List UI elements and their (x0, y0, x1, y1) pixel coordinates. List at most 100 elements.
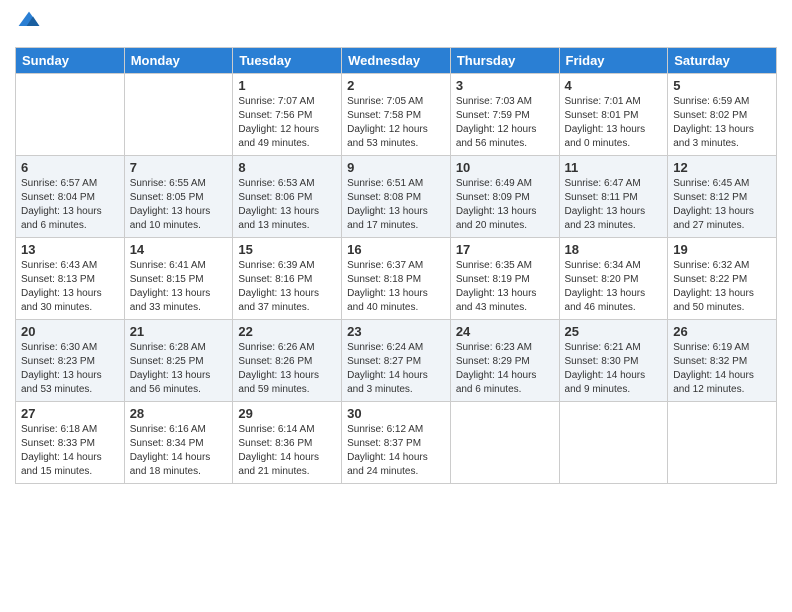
calendar-cell: 27 Sunrise: 6:18 AM Sunset: 8:33 PM Dayli… (16, 402, 125, 484)
day-info: Sunrise: 6:24 AM Sunset: 8:27 PM Dayligh… (347, 341, 445, 397)
day-info: Sunrise: 6:51 AM Sunset: 8:08 PM Dayligh… (347, 177, 445, 233)
day-number: 8 (238, 160, 336, 175)
day-number: 10 (456, 160, 554, 175)
logo (15, 10, 45, 39)
day-number: 19 (673, 242, 771, 257)
calendar-cell: 4 Sunrise: 7:01 AM Sunset: 8:01 PM Daylig… (559, 74, 668, 156)
day-info: Sunrise: 6:21 AM Sunset: 8:30 PM Dayligh… (565, 341, 663, 397)
calendar-cell: 8 Sunrise: 6:53 AM Sunset: 8:06 PM Daylig… (233, 156, 342, 238)
day-info: Sunrise: 6:23 AM Sunset: 8:29 PM Dayligh… (456, 341, 554, 397)
calendar-cell: 17 Sunrise: 6:35 AM Sunset: 8:19 PM Dayli… (450, 238, 559, 320)
day-info: Sunrise: 6:53 AM Sunset: 8:06 PM Dayligh… (238, 177, 336, 233)
calendar-cell: 2 Sunrise: 7:05 AM Sunset: 7:58 PM Daylig… (342, 74, 451, 156)
day-number: 1 (238, 78, 336, 93)
day-number: 15 (238, 242, 336, 257)
weekday-header: Thursday (450, 48, 559, 74)
calendar-cell (668, 402, 777, 484)
day-number: 26 (673, 324, 771, 339)
calendar-week-row: 20Sunrise: 6:30 AM Sunset: 8:23 PM Dayli… (16, 320, 777, 402)
weekday-header: Tuesday (233, 48, 342, 74)
day-info: Sunrise: 6:28 AM Sunset: 8:25 PM Dayligh… (130, 341, 228, 397)
calendar: SundayMondayTuesdayWednesdayThursdayFrid… (15, 47, 777, 484)
calendar-week-row: 1 Sunrise: 7:07 AM Sunset: 7:56 PM Daylig… (16, 74, 777, 156)
day-info: Sunrise: 6:16 AM Sunset: 8:34 PM Dayligh… (130, 423, 228, 479)
day-info: Sunrise: 6:41 AM Sunset: 8:15 PM Dayligh… (130, 259, 228, 315)
calendar-cell: 5 Sunrise: 6:59 AM Sunset: 8:02 PM Daylig… (668, 74, 777, 156)
day-number: 3 (456, 78, 554, 93)
calendar-cell: 20Sunrise: 6:30 AM Sunset: 8:23 PM Dayli… (16, 320, 125, 402)
day-number: 29 (238, 406, 336, 421)
day-number: 7 (130, 160, 228, 175)
day-info: Sunrise: 6:32 AM Sunset: 8:22 PM Dayligh… (673, 259, 771, 315)
day-number: 16 (347, 242, 445, 257)
day-number: 25 (565, 324, 663, 339)
day-number: 22 (238, 324, 336, 339)
day-info: Sunrise: 6:19 AM Sunset: 8:32 PM Dayligh… (673, 341, 771, 397)
calendar-cell: 30 Sunrise: 6:12 AM Sunset: 8:37 PM Dayli… (342, 402, 451, 484)
day-info: Sunrise: 6:45 AM Sunset: 8:12 PM Dayligh… (673, 177, 771, 233)
day-number: 12 (673, 160, 771, 175)
day-info: Sunrise: 7:01 AM Sunset: 8:01 PM Dayligh… (565, 95, 663, 151)
day-info: Sunrise: 6:18 AM Sunset: 8:33 PM Dayligh… (21, 423, 119, 479)
day-number: 20 (21, 324, 119, 339)
calendar-cell (450, 402, 559, 484)
day-number: 24 (456, 324, 554, 339)
day-info: Sunrise: 6:26 AM Sunset: 8:26 PM Dayligh… (238, 341, 336, 397)
day-number: 23 (347, 324, 445, 339)
calendar-cell (559, 402, 668, 484)
day-info: Sunrise: 6:59 AM Sunset: 8:02 PM Dayligh… (673, 95, 771, 151)
calendar-cell: 18Sunrise: 6:34 AM Sunset: 8:20 PM Dayli… (559, 238, 668, 320)
weekday-header: Friday (559, 48, 668, 74)
day-info: Sunrise: 6:39 AM Sunset: 8:16 PM Dayligh… (238, 259, 336, 315)
calendar-cell: 29 Sunrise: 6:14 AM Sunset: 8:36 PM Dayli… (233, 402, 342, 484)
calendar-cell: 23 Sunrise: 6:24 AM Sunset: 8:27 PM Dayli… (342, 320, 451, 402)
calendar-cell: 13Sunrise: 6:43 AM Sunset: 8:13 PM Dayli… (16, 238, 125, 320)
day-info: Sunrise: 6:57 AM Sunset: 8:04 PM Dayligh… (21, 177, 119, 233)
calendar-cell: 24 Sunrise: 6:23 AM Sunset: 8:29 PM Dayli… (450, 320, 559, 402)
day-info: Sunrise: 7:07 AM Sunset: 7:56 PM Dayligh… (238, 95, 336, 151)
day-info: Sunrise: 6:43 AM Sunset: 8:13 PM Dayligh… (21, 259, 119, 315)
logo-icon (17, 10, 41, 34)
calendar-cell: 12 Sunrise: 6:45 AM Sunset: 8:12 PM Dayli… (668, 156, 777, 238)
calendar-cell: 6Sunrise: 6:57 AM Sunset: 8:04 PM Daylig… (16, 156, 125, 238)
calendar-cell: 10Sunrise: 6:49 AM Sunset: 8:09 PM Dayli… (450, 156, 559, 238)
calendar-cell: 11 Sunrise: 6:47 AM Sunset: 8:11 PM Dayli… (559, 156, 668, 238)
page: SundayMondayTuesdayWednesdayThursdayFrid… (0, 0, 792, 612)
day-info: Sunrise: 6:12 AM Sunset: 8:37 PM Dayligh… (347, 423, 445, 479)
day-number: 11 (565, 160, 663, 175)
calendar-cell: 25 Sunrise: 6:21 AM Sunset: 8:30 PM Dayli… (559, 320, 668, 402)
day-number: 18 (565, 242, 663, 257)
day-info: Sunrise: 6:47 AM Sunset: 8:11 PM Dayligh… (565, 177, 663, 233)
calendar-cell: 7 Sunrise: 6:55 AM Sunset: 8:05 PM Daylig… (124, 156, 233, 238)
calendar-cell (124, 74, 233, 156)
day-number: 17 (456, 242, 554, 257)
weekday-header: Saturday (668, 48, 777, 74)
calendar-cell: 22 Sunrise: 6:26 AM Sunset: 8:26 PM Dayli… (233, 320, 342, 402)
day-info: Sunrise: 7:05 AM Sunset: 7:58 PM Dayligh… (347, 95, 445, 151)
day-info: Sunrise: 6:37 AM Sunset: 8:18 PM Dayligh… (347, 259, 445, 315)
calendar-body: 1 Sunrise: 7:07 AM Sunset: 7:56 PM Daylig… (16, 74, 777, 484)
calendar-cell: 1 Sunrise: 7:07 AM Sunset: 7:56 PM Daylig… (233, 74, 342, 156)
calendar-week-row: 27 Sunrise: 6:18 AM Sunset: 8:33 PM Dayli… (16, 402, 777, 484)
calendar-week-row: 13Sunrise: 6:43 AM Sunset: 8:13 PM Dayli… (16, 238, 777, 320)
calendar-cell: 3 Sunrise: 7:03 AM Sunset: 7:59 PM Daylig… (450, 74, 559, 156)
day-number: 27 (21, 406, 119, 421)
day-number: 4 (565, 78, 663, 93)
day-info: Sunrise: 6:55 AM Sunset: 8:05 PM Dayligh… (130, 177, 228, 233)
day-number: 9 (347, 160, 445, 175)
day-number: 5 (673, 78, 771, 93)
day-info: Sunrise: 6:14 AM Sunset: 8:36 PM Dayligh… (238, 423, 336, 479)
calendar-cell: 21Sunrise: 6:28 AM Sunset: 8:25 PM Dayli… (124, 320, 233, 402)
day-number: 30 (347, 406, 445, 421)
calendar-cell: 15 Sunrise: 6:39 AM Sunset: 8:16 PM Dayli… (233, 238, 342, 320)
day-info: Sunrise: 7:03 AM Sunset: 7:59 PM Dayligh… (456, 95, 554, 151)
day-info: Sunrise: 6:35 AM Sunset: 8:19 PM Dayligh… (456, 259, 554, 315)
calendar-header-row: SundayMondayTuesdayWednesdayThursdayFrid… (16, 48, 777, 74)
weekday-header: Wednesday (342, 48, 451, 74)
calendar-cell: 19 Sunrise: 6:32 AM Sunset: 8:22 PM Dayli… (668, 238, 777, 320)
weekday-header: Monday (124, 48, 233, 74)
calendar-cell: 9 Sunrise: 6:51 AM Sunset: 8:08 PM Daylig… (342, 156, 451, 238)
calendar-week-row: 6Sunrise: 6:57 AM Sunset: 8:04 PM Daylig… (16, 156, 777, 238)
day-number: 2 (347, 78, 445, 93)
calendar-cell: 28Sunrise: 6:16 AM Sunset: 8:34 PM Dayli… (124, 402, 233, 484)
